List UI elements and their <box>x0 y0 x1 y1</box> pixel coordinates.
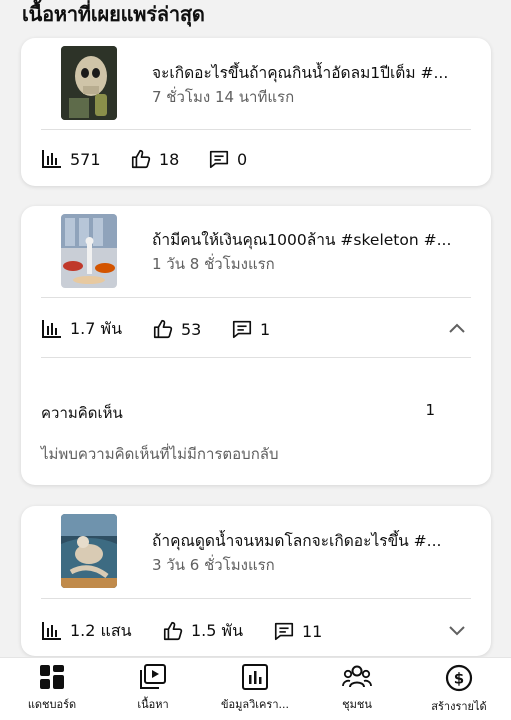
video-card[interactable]: จะเกิดอะไรขึ้นถ้าคุณกินน้ำอัดลม1ปีเต็ม #… <box>21 38 491 186</box>
video-thumbnail[interactable] <box>61 514 117 588</box>
comments-stat: 11 <box>273 619 322 643</box>
divider <box>41 598 471 599</box>
svg-text:$: $ <box>454 670 464 688</box>
no-unreplied-comments-text: ไม่พบความคิดเห็นที่ไม่มีการตอบกลับ <box>41 445 279 463</box>
nav-label: เนื้อหา <box>137 698 169 711</box>
divider <box>41 129 471 130</box>
comments-count: 11 <box>302 621 323 641</box>
comments-count: 1 <box>260 319 271 339</box>
divider <box>41 357 471 358</box>
likes-stat: 53 <box>152 317 201 341</box>
dashboard-icon <box>40 665 64 689</box>
bar-chart-icon <box>42 622 61 640</box>
comments-section-label: ความคิดเห็น <box>41 404 123 422</box>
bar-chart-icon <box>42 150 61 168</box>
views-stat: 571 <box>41 147 101 171</box>
video-time: 7 ชั่วโมง 14 นาทีแรก <box>152 88 295 106</box>
views-count: 1.7 พัน <box>70 318 123 338</box>
comments-stat: 1 <box>231 317 270 341</box>
video-time: 1 วัน 8 ชั่วโมงแรก <box>152 255 275 273</box>
nav-item-community[interactable]: ชุมชน <box>306 664 408 713</box>
page-title: เนื้อหาที่เผยแพร่ล่าสุด <box>22 2 205 26</box>
bottom-nav: แดชบอร์ด เนื้อหา ข้อมูลวิเครา... ชุมชน $… <box>0 657 511 720</box>
chevron-down-icon[interactable] <box>445 618 469 642</box>
nav-label: แดชบอร์ด <box>27 698 77 711</box>
thumbs-up-icon <box>163 621 183 641</box>
chevron-up-icon[interactable] <box>445 317 469 341</box>
comment-icon <box>232 320 252 339</box>
likes-count: 1.5 พัน <box>191 620 244 640</box>
video-time: 3 วัน 6 ชั่วโมงแรก <box>152 556 275 574</box>
nav-item-earn[interactable]: $ สร้างรายได้ <box>408 664 510 715</box>
comments-stat: 0 <box>208 147 247 171</box>
views-count: 1.2 แสน <box>70 620 132 640</box>
comment-icon <box>274 622 294 641</box>
comments-count: 0 <box>237 149 248 169</box>
views-count: 571 <box>70 149 101 169</box>
nav-item-content[interactable]: เนื้อหา <box>102 664 204 713</box>
video-thumbnail[interactable] <box>61 214 117 288</box>
thumbs-up-icon <box>153 319 173 339</box>
bar-chart-icon <box>42 320 61 338</box>
views-stat: 1.7 พัน <box>41 317 122 341</box>
likes-count: 18 <box>159 149 180 169</box>
video-card[interactable]: ถ้ามีคนให้เงินคุณ1000ล้าน #skeleton #...… <box>21 206 491 485</box>
video-card[interactable]: ถ้าคุณดูดน้ำจนหมดโลกจะเกิดอะไรขึ้น #... … <box>21 506 491 656</box>
video-title[interactable]: ถ้าคุณดูดน้ำจนหมดโลกจะเกิดอะไรขึ้น #... <box>152 530 477 552</box>
community-icon <box>342 665 372 688</box>
nav-item-analytics[interactable]: ข้อมูลวิเครา... <box>204 664 306 713</box>
divider <box>41 297 471 298</box>
views-stat: 1.2 แสน <box>41 619 132 643</box>
earn-icon: $ <box>445 664 473 692</box>
likes-stat: 1.5 พัน <box>162 619 243 643</box>
thumbs-up-icon <box>131 149 151 169</box>
comments-section-count: 1 <box>425 401 435 419</box>
nav-item-dashboard[interactable]: แดชบอร์ด <box>1 664 103 713</box>
nav-label: ข้อมูลวิเครา... <box>221 698 289 711</box>
video-title[interactable]: จะเกิดอะไรขึ้นถ้าคุณกินน้ำอัดลม1ปีเต็ม #… <box>152 62 477 84</box>
content-icon <box>140 664 166 689</box>
nav-label: ชุมชน <box>342 698 372 711</box>
video-title[interactable]: ถ้ามีคนให้เงินคุณ1000ล้าน #skeleton #... <box>152 229 477 251</box>
analytics-icon <box>242 664 268 690</box>
likes-count: 53 <box>181 319 202 339</box>
video-thumbnail[interactable] <box>61 46 117 120</box>
likes-stat: 18 <box>130 147 179 171</box>
comment-icon <box>209 150 229 169</box>
nav-label: สร้างรายได้ <box>431 700 487 713</box>
